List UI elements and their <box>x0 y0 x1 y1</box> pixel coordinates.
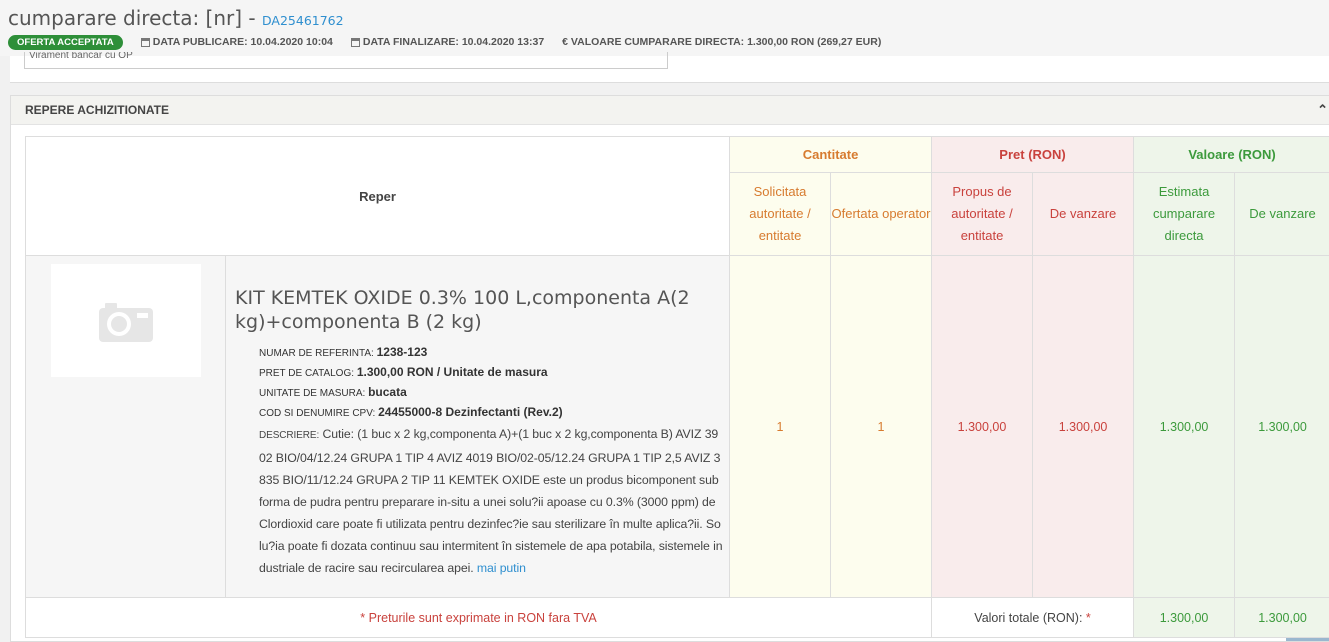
panel-title: REPERE ACHIZITIONATE <box>25 103 169 117</box>
item-attributes: NUMAR DE REFERINTA: 1238-123 PRET DE CAT… <box>235 343 723 579</box>
col-header-val-vanzare: De vanzare <box>1235 173 1329 256</box>
ref-value: 1238-123 <box>377 345 428 359</box>
repere-panel: REPERE ACHIZITIONATE ⌃ Reper Cantitate P… <box>10 95 1329 642</box>
qty-solicitata: 1 <box>730 256 831 598</box>
ref-label: NUMAR DE REFERINTA: <box>259 348 374 359</box>
pret-vanzare: 1.300,00 <box>1033 256 1134 598</box>
item-image-cell <box>26 256 226 598</box>
finalize-date-text: DATA FINALIZARE: 10.04.2020 13:37 <box>363 36 544 48</box>
col-header-ofertata: Ofertata operator <box>831 173 932 256</box>
col-header-reper: Reper <box>26 137 730 256</box>
qty-ofertata: 1 <box>831 256 932 598</box>
catalog-label: PRET DE CATALOG: <box>259 368 354 379</box>
meta-bar: OFERTA ACCEPTATA DATA PUBLICARE: 10.04.2… <box>8 33 899 51</box>
col-header-pret-vanzare: De vanzare <box>1033 173 1134 256</box>
payment-card: Virament bancar cu OP <box>10 56 1329 83</box>
total-value: € VALOARE CUMPARARE DIRECTA: 1.300,00 RO… <box>562 36 881 48</box>
catalog-line: PRET DE CATALOG: 1.300,00 RON / Unitate … <box>259 363 723 383</box>
cpv-line: COD SI DENUMIRE CPV: 24455000-8 Dezinfec… <box>259 403 723 423</box>
show-less-link[interactable]: mai putin <box>477 561 526 575</box>
page-title: cumparare directa: [nr] - DA25461762 <box>8 6 344 30</box>
unit-line: UNITATE DE MASURA: bucata <box>259 383 723 403</box>
page-header: cumparare directa: [nr] - DA25461762 OFE… <box>0 0 1329 56</box>
cpv-label: COD SI DENUMIRE CPV: <box>259 408 375 419</box>
publish-date-text: DATA PUBLICARE: 10.04.2020 10:04 <box>153 36 333 48</box>
col-header-estimata: Estimata cumparare directa <box>1134 173 1235 256</box>
unit-value: bucata <box>368 385 407 399</box>
totals-row: * Preturile sunt exprimate in RON fara T… <box>26 598 1329 638</box>
calendar-icon <box>141 38 150 47</box>
table-row: KIT KEMTEK OXIDE 0.3% 100 L,componenta A… <box>26 256 1329 598</box>
publish-date: DATA PUBLICARE: 10.04.2020 10:04 <box>141 36 333 48</box>
total-vanzare: 1.300,00 <box>1235 598 1329 638</box>
unit-label: UNITATE DE MASURA: <box>259 388 365 399</box>
title-prefix: cumparare directa: [nr] - <box>8 6 262 30</box>
val-estimata: 1.300,00 <box>1134 256 1235 598</box>
totals-label-text: Valori totale (RON): <box>974 611 1082 625</box>
totals-label: Valori totale (RON): * <box>932 598 1134 638</box>
item-description-cell: KIT KEMTEK OXIDE 0.3% 100 L,componenta A… <box>226 256 730 598</box>
procurement-number-link[interactable]: DA25461762 <box>262 13 344 28</box>
payment-method-field: Virament bancar cu OP <box>24 52 668 69</box>
col-header-propus: Propus de autoritate / entitate <box>932 173 1033 256</box>
totals-star: * <box>1082 611 1090 625</box>
chevron-up-icon[interactable]: ⌃ <box>1317 96 1328 124</box>
camera-icon <box>97 298 155 344</box>
status-badge: OFERTA ACCEPTATA <box>8 35 123 50</box>
calendar-icon <box>351 38 360 47</box>
vat-note: * Preturile sunt exprimate in RON fara T… <box>26 598 932 638</box>
group-header-valoare: Valoare (RON) <box>1134 137 1329 173</box>
desc-label: DESCRIERE: <box>259 430 319 441</box>
cpv-value: 24455000-8 Dezinfectanti (Rev.2) <box>378 405 563 419</box>
panel-header[interactable]: REPERE ACHIZITIONATE ⌃ <box>11 96 1329 125</box>
total-estimata: 1.300,00 <box>1134 598 1235 638</box>
val-vanzare: 1.300,00 <box>1235 256 1329 598</box>
ref-line: NUMAR DE REFERINTA: 1238-123 <box>259 343 723 363</box>
pret-propus: 1.300,00 <box>932 256 1033 598</box>
col-header-solicitata: Solicitata autoritate / entitate <box>730 173 831 256</box>
description-line: DESCRIERE: Cutie: (1 buc x 2 kg,componen… <box>259 423 723 579</box>
items-table: Reper Cantitate Pret (RON) Valoare (RON)… <box>25 136 1329 638</box>
group-header-pret: Pret (RON) <box>932 137 1134 173</box>
finalize-date: DATA FINALIZARE: 10.04.2020 13:37 <box>351 36 544 48</box>
group-header-cantitate: Cantitate <box>730 137 932 173</box>
item-name: KIT KEMTEK OXIDE 0.3% 100 L,componenta A… <box>235 286 723 334</box>
catalog-value: 1.300,00 RON / Unitate de masura <box>357 365 548 379</box>
item-image <box>51 264 201 377</box>
desc-text: Cutie: (1 buc x 2 kg,componenta A)+(1 bu… <box>259 427 722 575</box>
